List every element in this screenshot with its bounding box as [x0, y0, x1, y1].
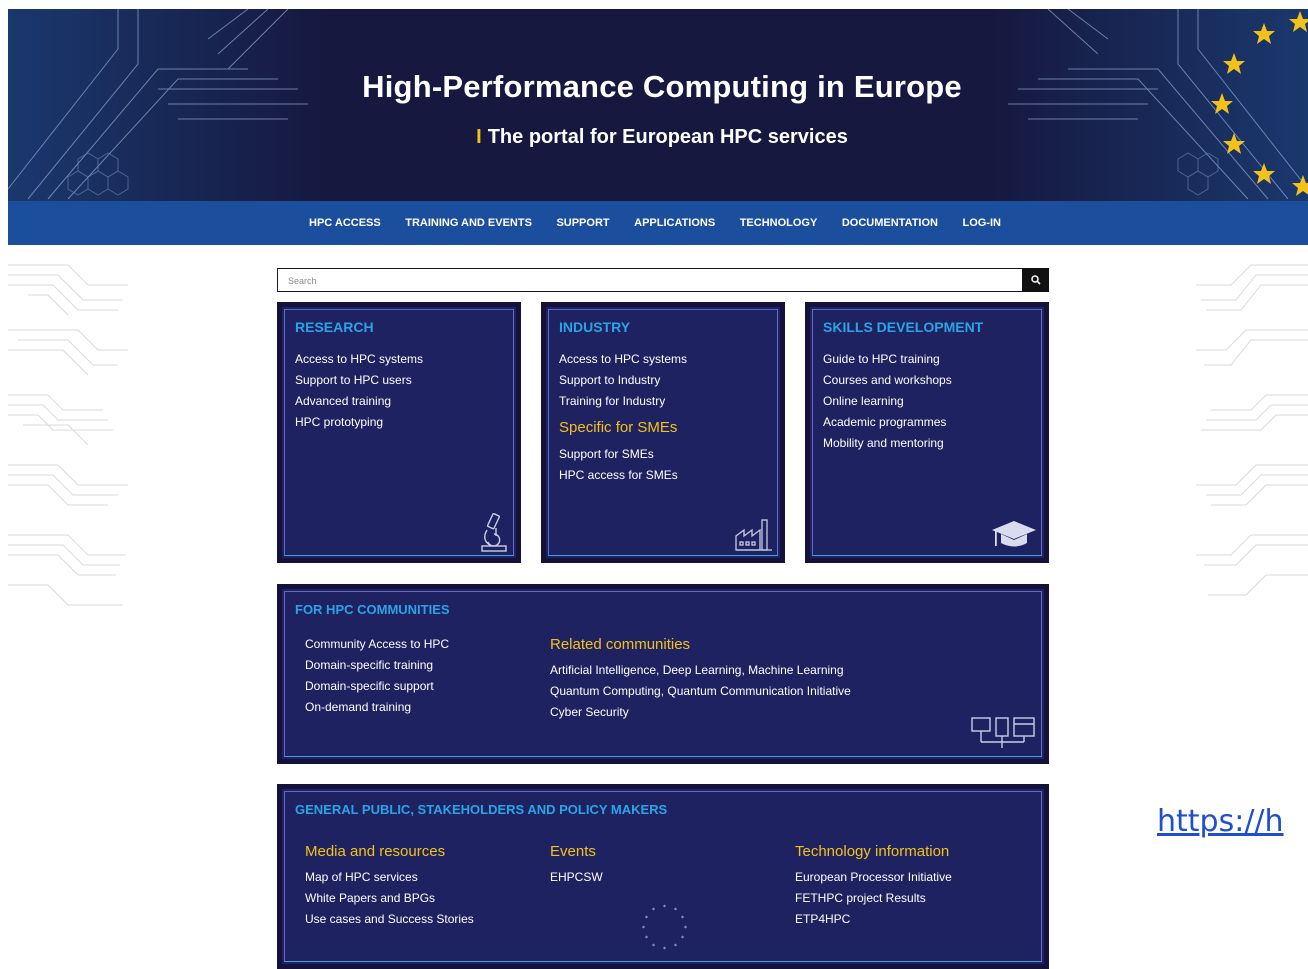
sme-link-access[interactable]: HPC access for SMEs — [559, 465, 678, 486]
svg-text:*: * — [674, 907, 677, 914]
research-link-prototyping[interactable]: HPC prototyping — [295, 412, 423, 433]
svg-text:*: * — [652, 943, 655, 950]
communities-title: FOR HPC COMMUNITIES — [295, 602, 450, 617]
tech-link-fethpc[interactable]: FETHPC project Results — [795, 888, 952, 909]
sme-heading: Specific for SMEs — [559, 419, 678, 436]
skills-link-mobility[interactable]: Mobility and mentoring — [823, 433, 952, 454]
media-link-map[interactable]: Map of HPC services — [305, 867, 474, 888]
communities-link-on-demand[interactable]: On-demand training — [305, 697, 449, 718]
related-link-cyber[interactable]: Cyber Security — [550, 702, 851, 723]
nav-applications[interactable]: APPLICATIONS — [634, 217, 715, 229]
skills-panel: SKILLS DEVELOPMENT Guide to HPC training… — [805, 302, 1049, 563]
communities-link-training[interactable]: Domain-specific training — [305, 655, 449, 676]
url-link[interactable]: https://h — [1157, 804, 1284, 839]
page-title: High-Performance Computing in Europe — [362, 69, 962, 104]
media-link-whitepapers[interactable]: White Papers and BPGs — [305, 888, 474, 909]
factory-icon — [735, 519, 772, 551]
graduation-cap-icon — [992, 521, 1036, 547]
network-computers-icon — [971, 717, 1035, 748]
communities-link-support[interactable]: Domain-specific support — [305, 676, 449, 697]
header-banner: High-Performance Computing in Europe I Th… — [8, 9, 1308, 201]
skills-title: SKILLS DEVELOPMENT — [823, 319, 984, 335]
related-link-ai[interactable]: Artificial Intelligence, Deep Learning, … — [550, 660, 851, 681]
eu-stars-icon: * *** **** **** — [642, 904, 687, 953]
skills-link-courses[interactable]: Courses and workshops — [823, 370, 952, 391]
related-communities-heading: Related communities — [550, 636, 691, 653]
tech-link-etp4hpc[interactable]: ETP4HPC — [795, 909, 952, 930]
industry-link-support[interactable]: Support to Industry — [559, 370, 687, 391]
svg-text:*: * — [674, 943, 677, 950]
communities-link-access[interactable]: Community Access to HPC — [305, 634, 449, 655]
svg-text:*: * — [652, 907, 655, 914]
svg-text:*: * — [642, 925, 645, 932]
media-heading: Media and resources — [305, 843, 446, 860]
skills-link-online[interactable]: Online learning — [823, 391, 952, 412]
skills-link-academic[interactable]: Academic programmes — [823, 412, 952, 433]
technology-info-heading: Technology information — [795, 843, 950, 860]
nav-log-in[interactable]: LOG-IN — [962, 217, 1001, 229]
skills-link-guide[interactable]: Guide to HPC training — [823, 349, 952, 370]
research-title: RESEARCH — [295, 319, 374, 335]
nav-training-and-events[interactable]: TRAINING AND EVENTS — [405, 217, 532, 229]
circuit-decoration-left — [8, 264, 128, 606]
research-link-access[interactable]: Access to HPC systems — [295, 349, 423, 370]
events-link-ehpcsw[interactable]: EHPCSW — [550, 867, 603, 888]
search-icon — [1030, 275, 1041, 285]
tech-link-epi[interactable]: European Processor Initiative — [795, 867, 952, 888]
nav-hpc-access[interactable]: HPC ACCESS — [309, 217, 381, 229]
subtitle-text: The portal for European HPC services — [487, 126, 848, 148]
media-link-use-cases[interactable]: Use cases and Success Stories — [305, 909, 474, 930]
svg-text:*: * — [663, 946, 666, 953]
related-link-quantum[interactable]: Quantum Computing, Quantum Communication… — [550, 681, 851, 702]
industry-title: INDUSTRY — [559, 319, 631, 335]
search-bar — [277, 268, 1049, 292]
research-link-support[interactable]: Support to HPC users — [295, 370, 423, 391]
industry-link-access[interactable]: Access to HPC systems — [559, 349, 687, 370]
svg-text:*: * — [645, 935, 648, 942]
microscope-icon — [481, 513, 507, 552]
main-nav: HPC ACCESS TRAINING AND EVENTS SUPPORT A… — [8, 201, 1308, 245]
research-link-advanced-training[interactable]: Advanced training — [295, 391, 423, 412]
svg-text:*: * — [681, 935, 684, 942]
subtitle-bar: I — [476, 126, 482, 148]
svg-text:*: * — [681, 915, 684, 922]
nav-technology[interactable]: TECHNOLOGY — [740, 217, 818, 229]
industry-panel: INDUSTRY Access to HPC systems Support t… — [541, 302, 785, 563]
circuit-decoration-right — [1196, 264, 1308, 596]
events-heading: Events — [550, 843, 596, 860]
general-public-title: GENERAL PUBLIC, STAKEHOLDERS AND POLICY … — [295, 802, 668, 817]
communities-panel: FOR HPC COMMUNITIES Community Access to … — [277, 584, 1049, 764]
research-panel: RESEARCH Access to HPC systems Support t… — [277, 302, 521, 563]
search-input[interactable] — [286, 272, 1010, 290]
nav-documentation[interactable]: DOCUMENTATION — [842, 217, 938, 229]
page-subtitle: I The portal for European HPC services — [8, 126, 1308, 149]
svg-text:*: * — [645, 915, 648, 922]
sme-link-support[interactable]: Support for SMEs — [559, 444, 678, 465]
nav-support[interactable]: SUPPORT — [556, 217, 609, 229]
svg-text:*: * — [684, 925, 687, 932]
search-button[interactable] — [1022, 268, 1049, 292]
general-public-panel: GENERAL PUBLIC, STAKEHOLDERS AND POLICY … — [277, 784, 1049, 969]
svg-text:*: * — [663, 904, 666, 911]
circuit-pattern — [8, 9, 1308, 201]
industry-link-training[interactable]: Training for Industry — [559, 391, 687, 412]
